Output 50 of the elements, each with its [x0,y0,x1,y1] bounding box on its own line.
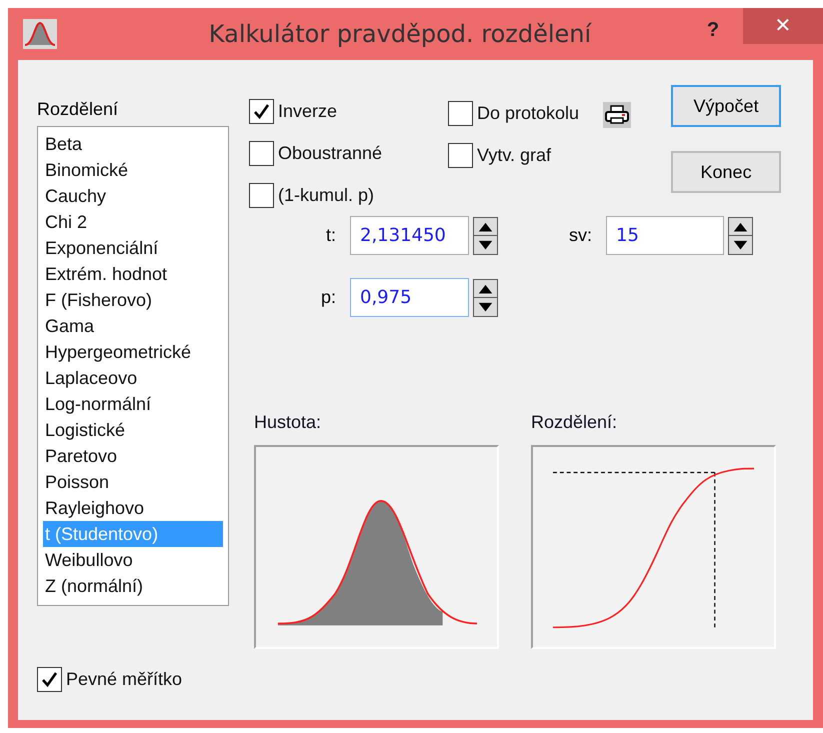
checkbox-label: Do protokolu [477,102,580,125]
list-item[interactable]: Extrém. hodnot [43,261,223,287]
spin-buttons[interactable] [473,216,498,254]
number-field[interactable]: 0,975 [350,278,469,317]
list-item[interactable]: Laplaceovo [43,365,223,391]
help-button[interactable]: ? [683,12,743,48]
checkbox[interactable] [249,98,274,124]
close-button[interactable]: ✕ [743,8,823,44]
plot-label: Hustota: [254,411,322,434]
list-item[interactable]: Weibullovo [43,547,223,573]
checkbox[interactable] [37,666,62,692]
list-item[interactable]: Z (normální) [43,573,223,599]
list-item[interactable]: F (Fisherovo) [43,287,223,313]
list-item[interactable]: Beta [43,131,223,157]
field-label: sv: [568,224,593,247]
checkbox-label: Vytv. graf [477,144,552,167]
field-label: t: [324,224,337,247]
list-item[interactable]: Rayleighovo [43,495,223,521]
checkbox-label: (1-kumul. p) [278,184,374,207]
spin-buttons[interactable] [728,216,753,254]
checkbox-label: Pevné měřítko [66,668,182,690]
checkbox-label: Inverze [278,100,338,122]
list-item[interactable]: Binomické [43,157,223,183]
checkbox[interactable] [249,140,274,166]
list-item[interactable]: Exponenciální [43,235,223,261]
spin-buttons[interactable] [473,278,498,316]
dialog-button[interactable]: Konec [671,151,782,193]
number-field[interactable]: 15 [606,216,724,255]
bell-curve-icon [23,19,57,49]
checkbox[interactable] [448,100,473,126]
plot-label: Rozdělení: [531,411,618,434]
list-item[interactable]: Gama [43,313,223,339]
checkbox-label: Oboustranné [278,142,382,164]
printer-icon[interactable] [603,102,632,128]
list-item[interactable]: Poisson [43,469,223,495]
checkbox[interactable] [448,142,473,168]
list-item[interactable]: Logistické [43,417,223,443]
field-label: p: [320,286,337,309]
list-item[interactable]: Cauchy [43,183,223,209]
list-item[interactable]: Paretovo [43,443,223,469]
list-item[interactable]: Log-normální [43,391,223,417]
checkbox[interactable] [249,182,274,208]
number-field[interactable]: 2,131450 [350,216,469,255]
list-item[interactable]: Chi 2 [43,209,223,235]
list-label: Rozdělení [37,98,120,121]
dialog-button[interactable]: Výpočet [671,85,782,127]
list-item[interactable]: Hypergeometrické [43,339,223,365]
checkmark-icon [253,102,270,120]
checkmark-icon [41,670,58,688]
window-title: Kalkulátor pravděpod. rozdělení [208,19,593,50]
